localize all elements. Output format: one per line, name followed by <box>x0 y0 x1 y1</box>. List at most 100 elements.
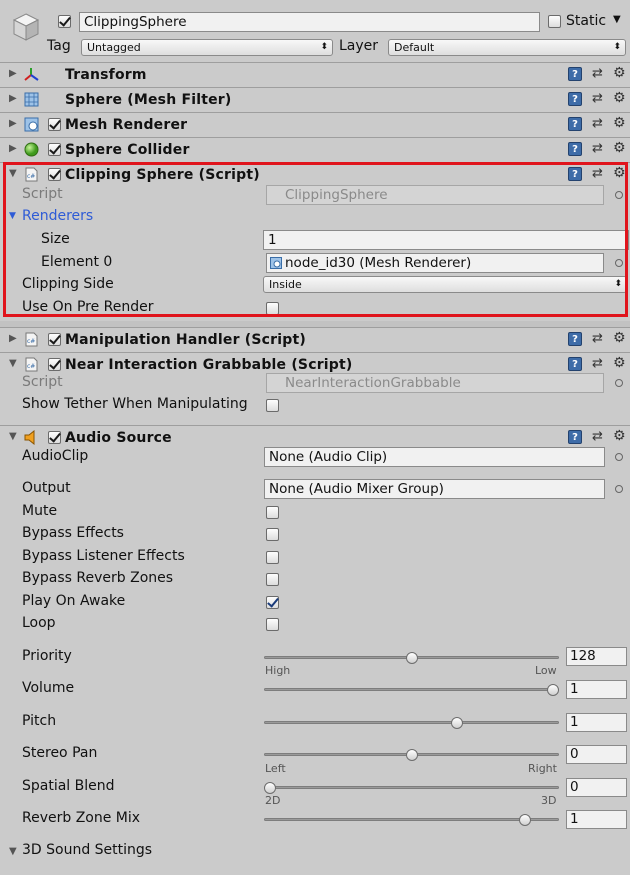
gear-icon[interactable]: ⚙ <box>613 91 627 105</box>
mesh-filter-icon <box>24 92 39 107</box>
gear-icon[interactable]: ⚙ <box>613 429 627 443</box>
bypass-listener-checkbox[interactable] <box>266 551 279 564</box>
component-transform[interactable]: ▶ Transform ? ⇄ ⚙ <box>0 62 630 87</box>
play-on-awake-checkbox[interactable] <box>266 596 279 609</box>
audioclip-field[interactable]: None (Audio Clip) <box>264 447 605 467</box>
help-icon[interactable]: ? <box>568 142 582 156</box>
expand-arrow-icon[interactable]: ▼ <box>9 431 17 442</box>
preset-icon[interactable]: ⇄ <box>592 430 606 444</box>
priority-slider-knob[interactable] <box>405 652 418 664</box>
help-icon[interactable]: ? <box>568 357 582 371</box>
reverb-zone-mix-slider-track[interactable] <box>264 818 559 821</box>
script-label: Script <box>22 186 63 202</box>
pitch-slider-knob[interactable] <box>450 717 463 729</box>
help-icon[interactable]: ? <box>568 430 582 444</box>
spatial-min-label: 2D <box>265 794 281 807</box>
help-icon[interactable]: ? <box>568 67 582 81</box>
preset-icon[interactable]: ⇄ <box>592 167 606 181</box>
static-checkbox[interactable] <box>548 15 561 28</box>
component-sphere-collider[interactable]: ▶ Sphere Collider ? ⇄ ⚙ <box>0 137 630 162</box>
static-dropdown-arrow-icon[interactable]: ▼ <box>613 14 621 25</box>
component-enabled-checkbox[interactable] <box>48 118 61 131</box>
collapse-arrow-icon[interactable]: ▶ <box>9 93 17 104</box>
component-title: Transform <box>65 67 147 83</box>
expand-arrow-icon[interactable]: ▼ <box>9 168 17 179</box>
stereo-max-label: Right <box>528 762 557 775</box>
preset-icon[interactable]: ⇄ <box>592 67 606 81</box>
mute-checkbox[interactable] <box>266 506 279 519</box>
collapse-arrow-icon[interactable]: ▶ <box>9 118 17 129</box>
size-field[interactable]: 1 <box>263 230 629 250</box>
priority-field[interactable]: 128 <box>566 647 627 666</box>
expand-arrow-icon[interactable]: ▼ <box>9 358 17 369</box>
volume-field[interactable]: 1 <box>566 680 627 699</box>
object-picker-icon[interactable] <box>615 379 623 387</box>
collapse-arrow-icon[interactable]: ▶ <box>9 143 17 154</box>
layer-dropdown[interactable]: Default ⬍ <box>388 39 626 56</box>
component-enabled-checkbox[interactable] <box>48 168 61 181</box>
script-field: ClippingSphere <box>266 185 604 205</box>
bypass-reverb-checkbox[interactable] <box>266 573 279 586</box>
help-icon[interactable]: ? <box>568 92 582 106</box>
stereo-pan-field[interactable]: 0 <box>566 745 627 764</box>
gear-icon[interactable]: ⚙ <box>613 66 627 80</box>
use-on-pre-render-checkbox[interactable] <box>266 302 279 315</box>
expand-arrow-icon[interactable]: ▼ <box>9 211 16 221</box>
object-picker-icon[interactable] <box>615 259 623 267</box>
reverb-zone-mix-field[interactable]: 1 <box>566 810 627 829</box>
gear-icon[interactable]: ⚙ <box>613 166 627 180</box>
component-mesh-renderer[interactable]: ▶ Mesh Renderer ? ⇄ ⚙ <box>0 112 630 137</box>
pitch-field[interactable]: 1 <box>566 713 627 732</box>
pitch-slider-track[interactable] <box>264 721 559 724</box>
volume-slider-track[interactable] <box>264 688 559 691</box>
renderers-label[interactable]: Renderers <box>22 208 93 224</box>
volume-label: Volume <box>22 680 75 696</box>
clipping-side-dropdown[interactable]: Inside ⬍ <box>263 276 627 293</box>
object-active-checkbox[interactable] <box>58 15 71 28</box>
object-picker-icon[interactable] <box>615 485 623 493</box>
object-picker-icon[interactable] <box>615 191 623 199</box>
gear-icon[interactable]: ⚙ <box>613 331 627 345</box>
pitch-label: Pitch <box>22 713 57 729</box>
sound-3d-settings-label[interactable]: 3D Sound Settings <box>22 842 152 858</box>
preset-icon[interactable]: ⇄ <box>592 142 606 156</box>
script-icon: c# <box>25 332 38 347</box>
component-enabled-checkbox[interactable] <box>48 333 61 346</box>
tag-dropdown[interactable]: Untagged ⬍ <box>81 39 333 56</box>
component-manipulation-handler[interactable]: ▶ c# Manipulation Handler (Script) ? ⇄ ⚙ <box>0 327 630 352</box>
reverb-zone-mix-label: Reverb Zone Mix <box>22 810 141 826</box>
updown-arrow-icon: ⬍ <box>614 279 622 289</box>
output-field[interactable]: None (Audio Mixer Group) <box>264 479 605 499</box>
object-name-field[interactable]: ClippingSphere <box>79 12 540 32</box>
loop-checkbox[interactable] <box>266 618 279 631</box>
audioclip-label: AudioClip <box>22 448 89 464</box>
preset-icon[interactable]: ⇄ <box>592 332 606 346</box>
collapse-arrow-icon[interactable]: ▶ <box>9 68 17 79</box>
component-enabled-checkbox[interactable] <box>48 358 61 371</box>
help-icon[interactable]: ? <box>568 117 582 131</box>
reverb-zone-mix-slider-knob[interactable] <box>518 814 531 826</box>
help-icon[interactable]: ? <box>568 167 582 181</box>
bypass-effects-checkbox[interactable] <box>266 528 279 541</box>
help-icon[interactable]: ? <box>568 332 582 346</box>
element0-field[interactable]: node_id30 (Mesh Renderer) <box>266 253 604 273</box>
component-enabled-checkbox[interactable] <box>48 143 61 156</box>
gear-icon[interactable]: ⚙ <box>613 141 627 155</box>
spatial-blend-slider-knob[interactable] <box>264 782 276 794</box>
component-enabled-checkbox[interactable] <box>48 431 61 444</box>
spatial-blend-slider-track[interactable] <box>264 786 559 789</box>
preset-icon[interactable]: ⇄ <box>592 92 606 106</box>
volume-slider-knob[interactable] <box>547 684 559 696</box>
stereo-pan-slider-knob[interactable] <box>405 749 418 761</box>
expand-arrow-icon[interactable]: ▼ <box>9 846 17 857</box>
gear-icon[interactable]: ⚙ <box>613 356 627 370</box>
gear-icon[interactable]: ⚙ <box>613 116 627 130</box>
stereo-pan-label: Stereo Pan <box>22 745 98 761</box>
component-mesh-filter[interactable]: ▶ Sphere (Mesh Filter) ? ⇄ ⚙ <box>0 87 630 112</box>
collapse-arrow-icon[interactable]: ▶ <box>9 333 17 344</box>
spatial-blend-field[interactable]: 0 <box>566 778 627 797</box>
show-tether-checkbox[interactable] <box>266 399 279 412</box>
object-picker-icon[interactable] <box>615 453 623 461</box>
preset-icon[interactable]: ⇄ <box>592 117 606 131</box>
preset-icon[interactable]: ⇄ <box>592 357 606 371</box>
